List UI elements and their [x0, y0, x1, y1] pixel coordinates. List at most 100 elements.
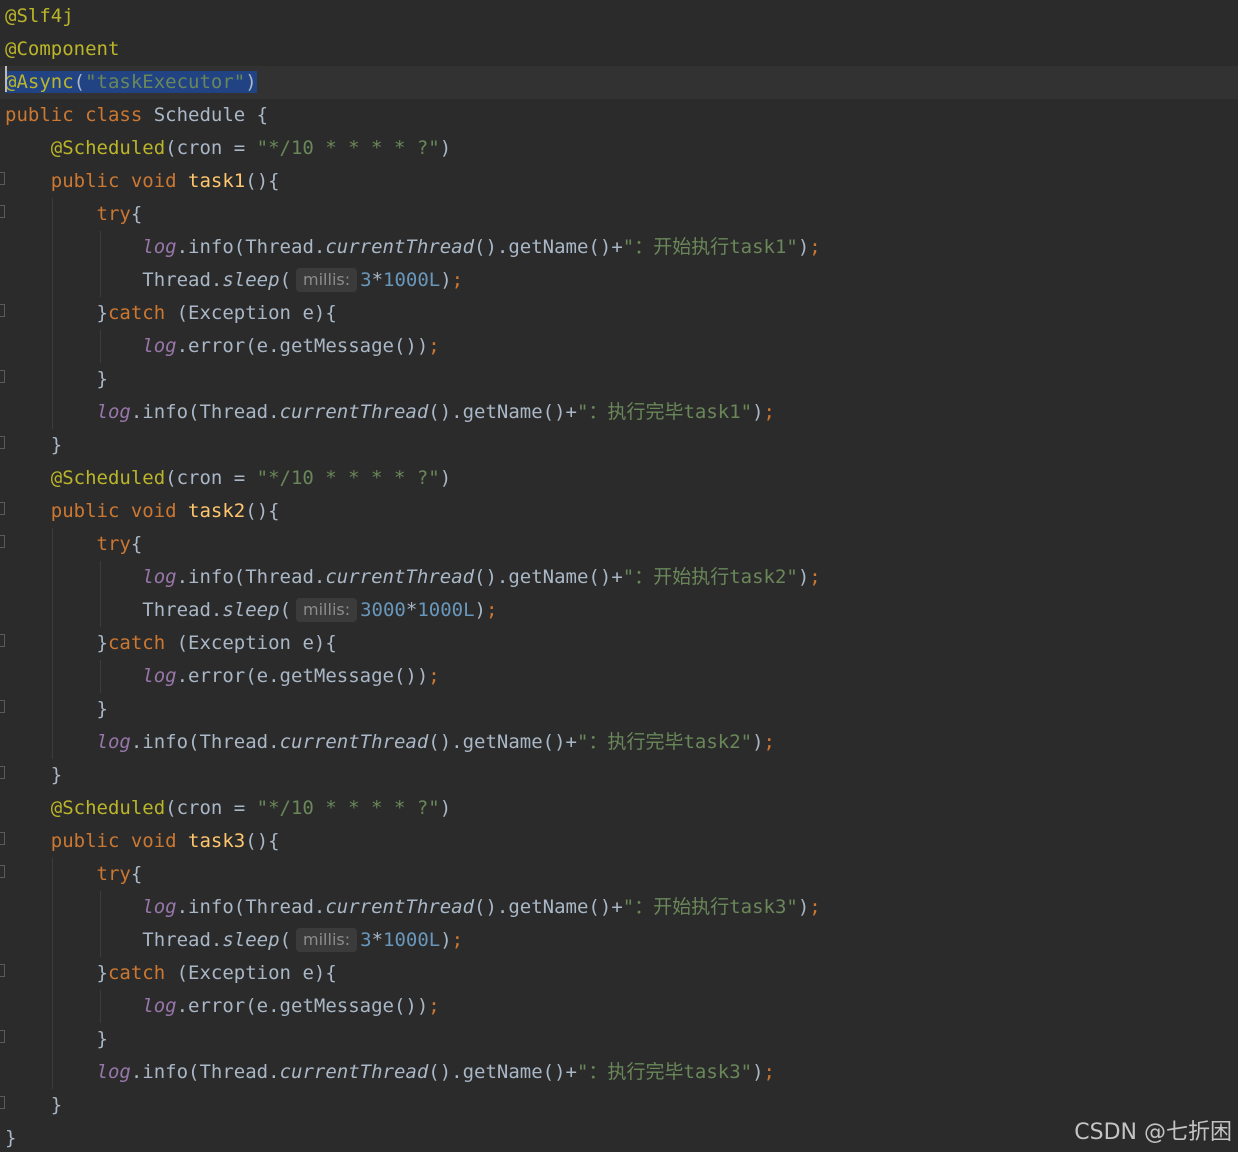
code-line[interactable]: @Async("taskExecutor")	[0, 66, 1238, 99]
code-token: public void	[50, 830, 189, 852]
code-line[interactable]: public void task1(){	[0, 165, 1238, 198]
code-token: )	[797, 566, 810, 588]
code-line[interactable]: Thread.sleep(millis: 3000*1000L);	[0, 594, 1238, 627]
fold-marker-icon[interactable]	[0, 865, 5, 878]
code-line[interactable]: log.info(Thread.currentThread().getName(…	[0, 396, 1238, 429]
code-token: Schedule {	[153, 104, 269, 126]
code-line[interactable]: try{	[0, 528, 1238, 561]
code-text: log.info(Thread.currentThread().getName(…	[5, 1056, 775, 1089]
code-text: }	[5, 759, 62, 792]
code-line[interactable]: }catch (Exception e){	[0, 627, 1238, 660]
fold-marker-icon[interactable]	[0, 634, 5, 647]
code-token: catch	[107, 302, 177, 324]
fold-marker-icon[interactable]	[0, 766, 5, 779]
code-line[interactable]: try{	[0, 858, 1238, 891]
code-token: (	[73, 71, 86, 93]
code-token: @Scheduled	[50, 797, 166, 819]
fold-marker-icon[interactable]	[0, 535, 5, 548]
code-line[interactable]: public void task2(){	[0, 495, 1238, 528]
code-text: log.error(e.getMessage());	[5, 990, 439, 1023]
code-line[interactable]: }catch (Exception e){	[0, 297, 1238, 330]
fold-marker-icon[interactable]	[0, 1030, 5, 1043]
code-line[interactable]: log.error(e.getMessage());	[0, 330, 1238, 363]
fold-marker-icon[interactable]	[0, 502, 5, 515]
code-token: catch	[107, 962, 177, 984]
code-token: 1000L	[383, 929, 441, 951]
parameter-hint: millis:	[296, 268, 358, 292]
fold-marker-icon[interactable]	[0, 964, 5, 977]
code-token: (	[279, 269, 292, 291]
code-token: ;	[428, 335, 440, 357]
code-token: (cron =	[165, 137, 257, 159]
code-line[interactable]: try{	[0, 198, 1238, 231]
code-line[interactable]: }	[0, 693, 1238, 726]
code-line[interactable]: }	[0, 759, 1238, 792]
fold-marker-icon[interactable]	[0, 370, 5, 383]
code-token: try	[96, 203, 131, 225]
code-line[interactable]: }	[0, 429, 1238, 462]
code-line[interactable]: Thread.sleep(millis: 3*1000L);	[0, 264, 1238, 297]
code-line[interactable]: }catch (Exception e){	[0, 957, 1238, 990]
code-line[interactable]: }	[0, 1122, 1238, 1152]
code-text: @Async("taskExecutor")	[5, 66, 257, 99]
code-token: task3	[188, 830, 246, 852]
code-token: ().getName()+	[428, 731, 577, 753]
code-token: }	[50, 764, 63, 786]
code-token: currentThread	[325, 236, 475, 258]
code-token: currentThread	[279, 401, 429, 423]
code-token: ;	[485, 599, 498, 621]
fold-marker-icon[interactable]	[0, 172, 5, 185]
fold-marker-icon[interactable]	[0, 832, 5, 845]
code-token: {	[130, 863, 143, 885]
code-line[interactable]: }	[0, 363, 1238, 396]
code-token: ().getName()+	[474, 236, 623, 258]
fold-marker-icon[interactable]	[0, 700, 5, 713]
code-line[interactable]: log.info(Thread.currentThread().getName(…	[0, 561, 1238, 594]
code-line[interactable]: log.error(e.getMessage());	[0, 990, 1238, 1023]
code-token: sleep	[222, 269, 280, 291]
code-line[interactable]: public class Schedule {	[0, 99, 1238, 132]
code-token: currentThread	[325, 566, 475, 588]
code-line[interactable]: log.info(Thread.currentThread().getName(…	[0, 726, 1238, 759]
code-token: }	[96, 302, 108, 324]
code-line[interactable]: @Component	[0, 33, 1238, 66]
code-token: @Scheduled	[50, 467, 166, 489]
code-line[interactable]: log.info(Thread.currentThread().getName(…	[0, 231, 1238, 264]
code-token: )	[439, 137, 452, 159]
code-token: }	[96, 698, 108, 720]
code-line[interactable]: }	[0, 1089, 1238, 1122]
code-line[interactable]: log.info(Thread.currentThread().getName(…	[0, 1056, 1238, 1089]
indent-guide	[100, 231, 101, 297]
code-token: )	[752, 731, 764, 753]
code-line[interactable]: log.error(e.getMessage());	[0, 660, 1238, 693]
code-editor[interactable]: @Slf4j @Component @Async("taskExecutor") pu…	[0, 0, 1238, 1152]
fold-marker-icon[interactable]	[0, 304, 5, 317]
code-token: .info(Thread.	[176, 566, 326, 588]
code-line[interactable]: log.info(Thread.currentThread().getName(…	[0, 891, 1238, 924]
code-line[interactable]: @Scheduled(cron = "*/10 * * * * ?")	[0, 792, 1238, 825]
code-line[interactable]: }	[0, 1023, 1238, 1056]
code-token: log	[142, 896, 177, 918]
code-line[interactable]: @Scheduled(cron = "*/10 * * * * ?")	[0, 462, 1238, 495]
code-token: ().getName()+	[428, 1061, 577, 1083]
code-token: ;	[451, 929, 464, 951]
fold-marker-icon[interactable]	[0, 1096, 5, 1109]
fold-marker-icon[interactable]	[0, 205, 5, 218]
code-line[interactable]: public void task3(){	[0, 825, 1238, 858]
code-text: Thread.sleep(millis: 3000*1000L);	[5, 594, 497, 627]
code-token: "*/10 * * * * ?"	[256, 467, 440, 489]
code-token: (){	[245, 500, 280, 522]
code-token: "：执行完毕task3"	[577, 1061, 753, 1083]
code-token: .info(Thread.	[176, 236, 326, 258]
code-line[interactable]: @Scheduled(cron = "*/10 * * * * ?")	[0, 132, 1238, 165]
code-line[interactable]: Thread.sleep(millis: 3*1000L);	[0, 924, 1238, 957]
fold-marker-icon[interactable]	[0, 436, 5, 449]
code-line[interactable]: @Slf4j	[0, 0, 1238, 33]
code-token: }	[50, 434, 63, 456]
